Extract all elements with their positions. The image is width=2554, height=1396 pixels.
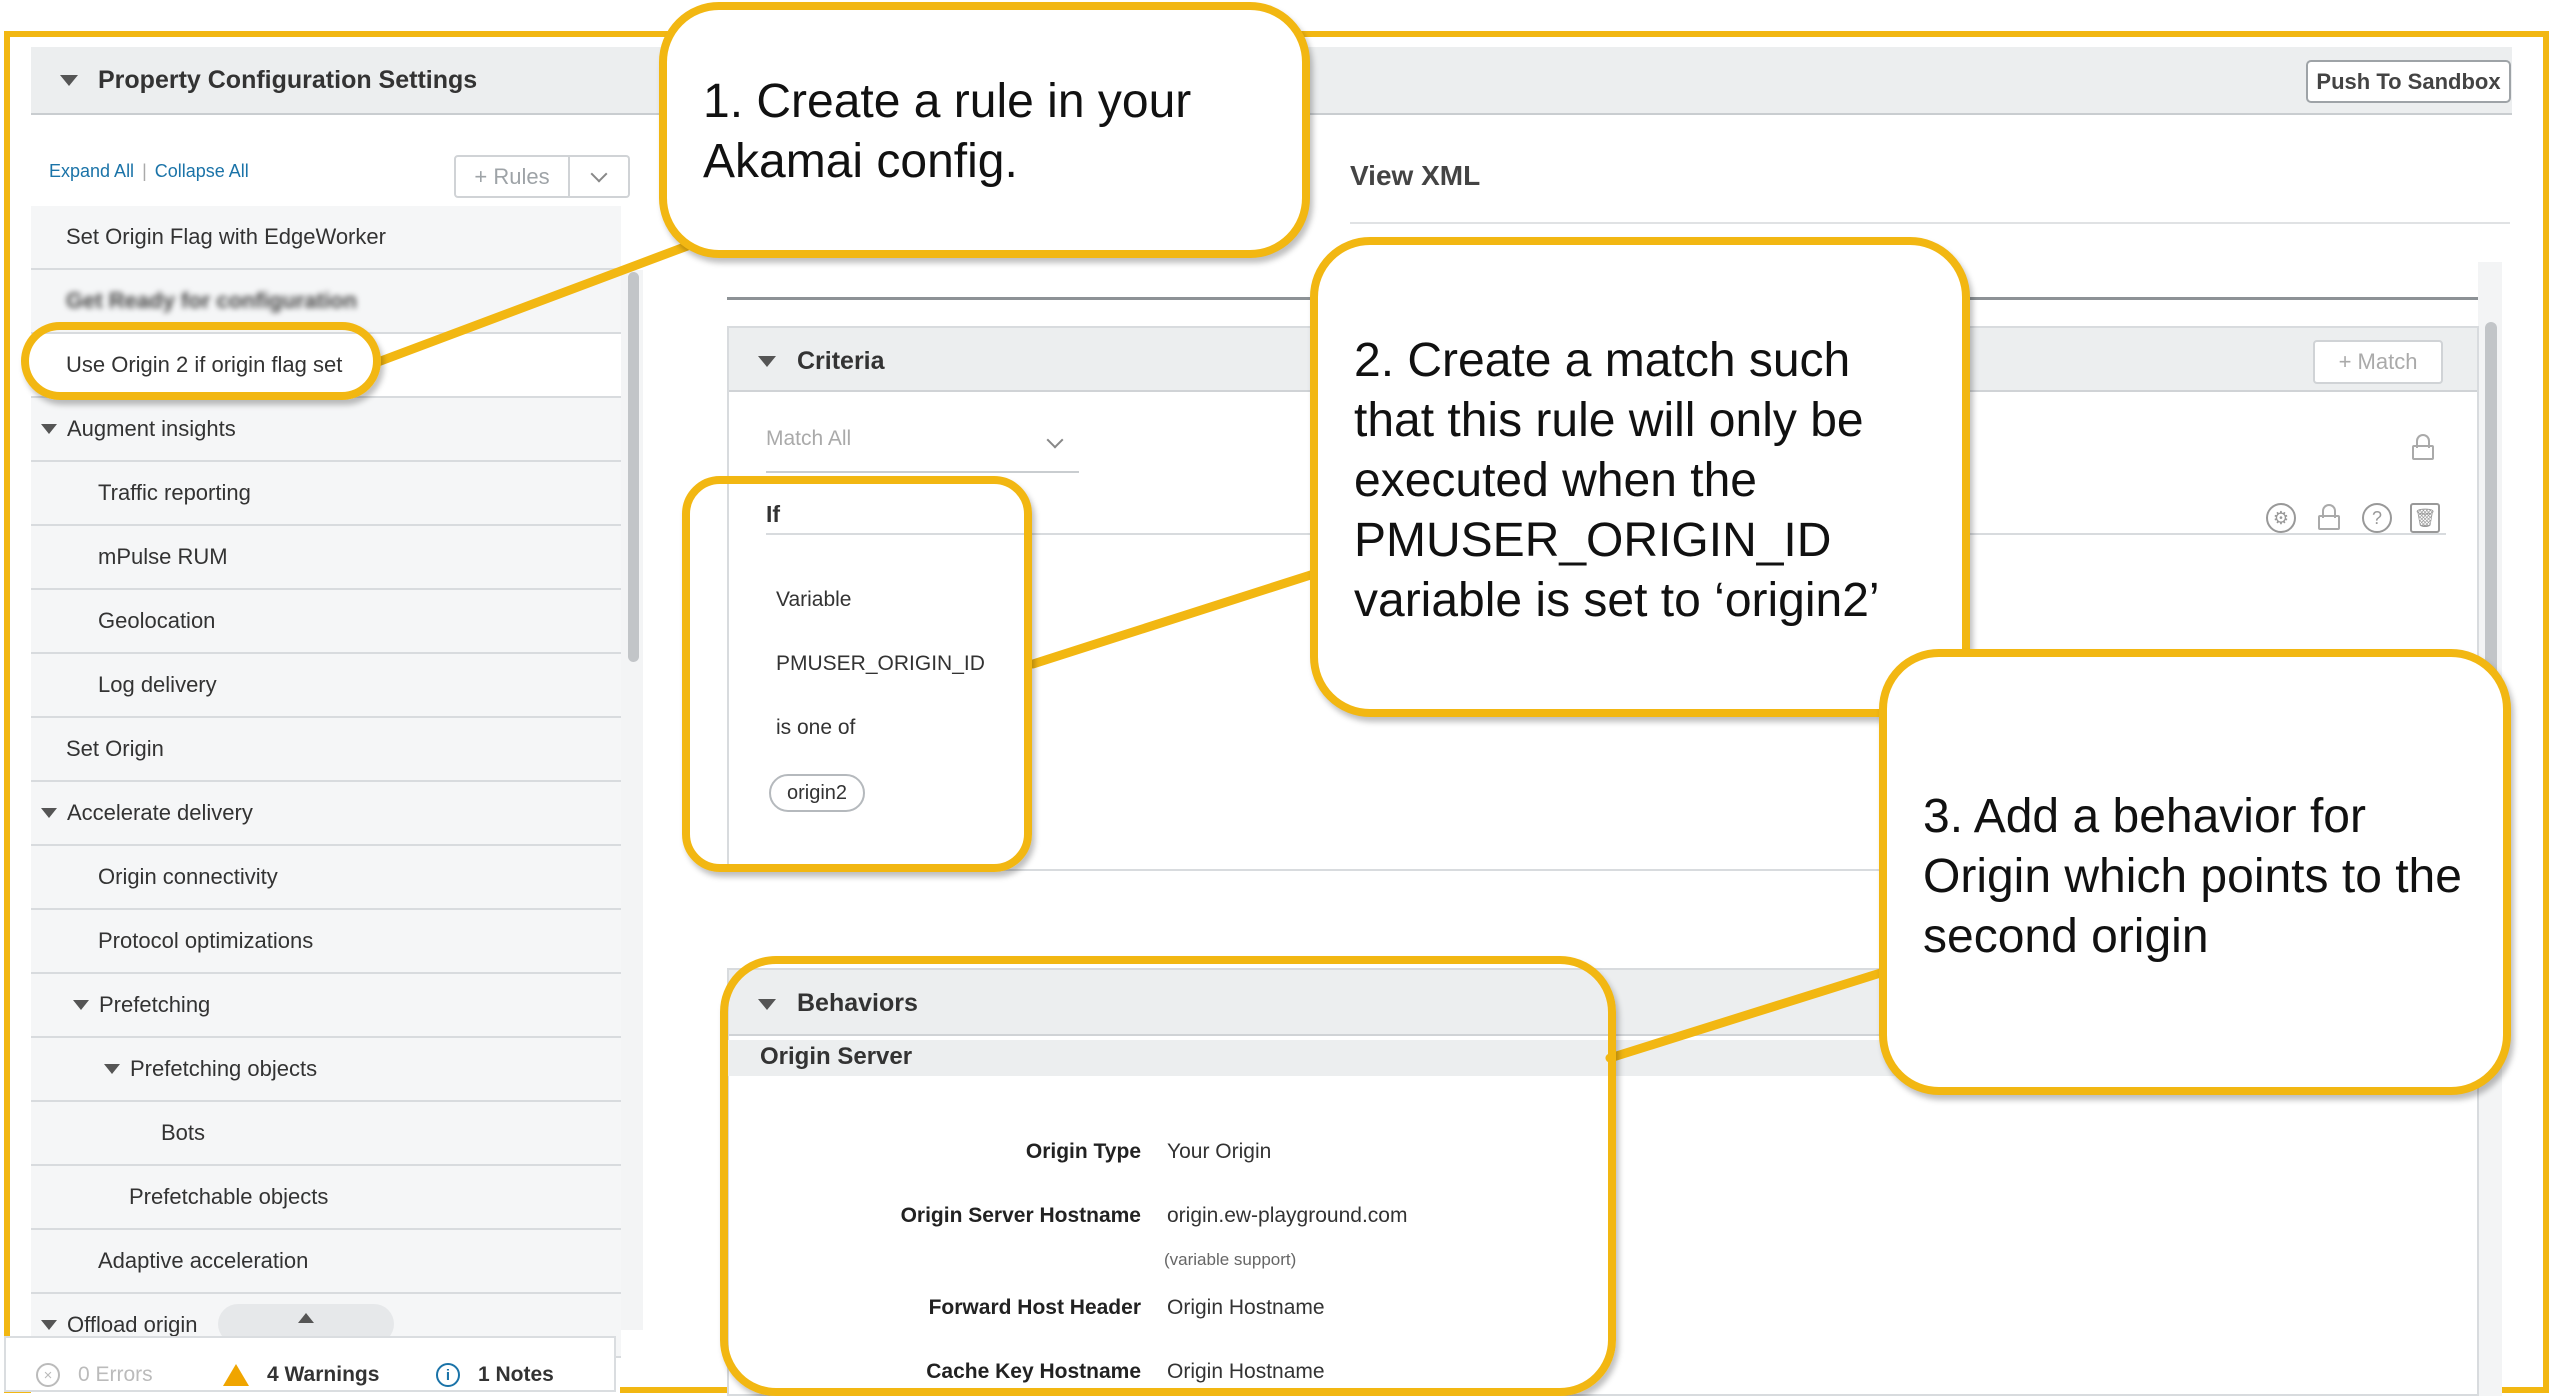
callout-text: 3. Add a behavior for Origin which point… [1923,790,2462,963]
connector-line-2 [1028,567,1325,669]
callout-text: 1. Create a rule in your Akamai config. [703,75,1192,188]
callout-step-2: 2. Create a match such that this rule wi… [1310,237,1970,717]
connector-line-1 [373,240,695,367]
callout-step-1: 1. Create a rule in your Akamai config. [659,2,1310,258]
highlight-origin-behavior [720,956,1616,1396]
connector-line-3 [1605,965,1895,1063]
highlight-match-condition [682,476,1032,872]
callout-text: 2. Create a match such that this rule wi… [1354,334,1880,627]
highlight-rule-item [21,322,381,400]
callout-step-3: 3. Add a behavior for Origin which point… [1879,649,2511,1095]
